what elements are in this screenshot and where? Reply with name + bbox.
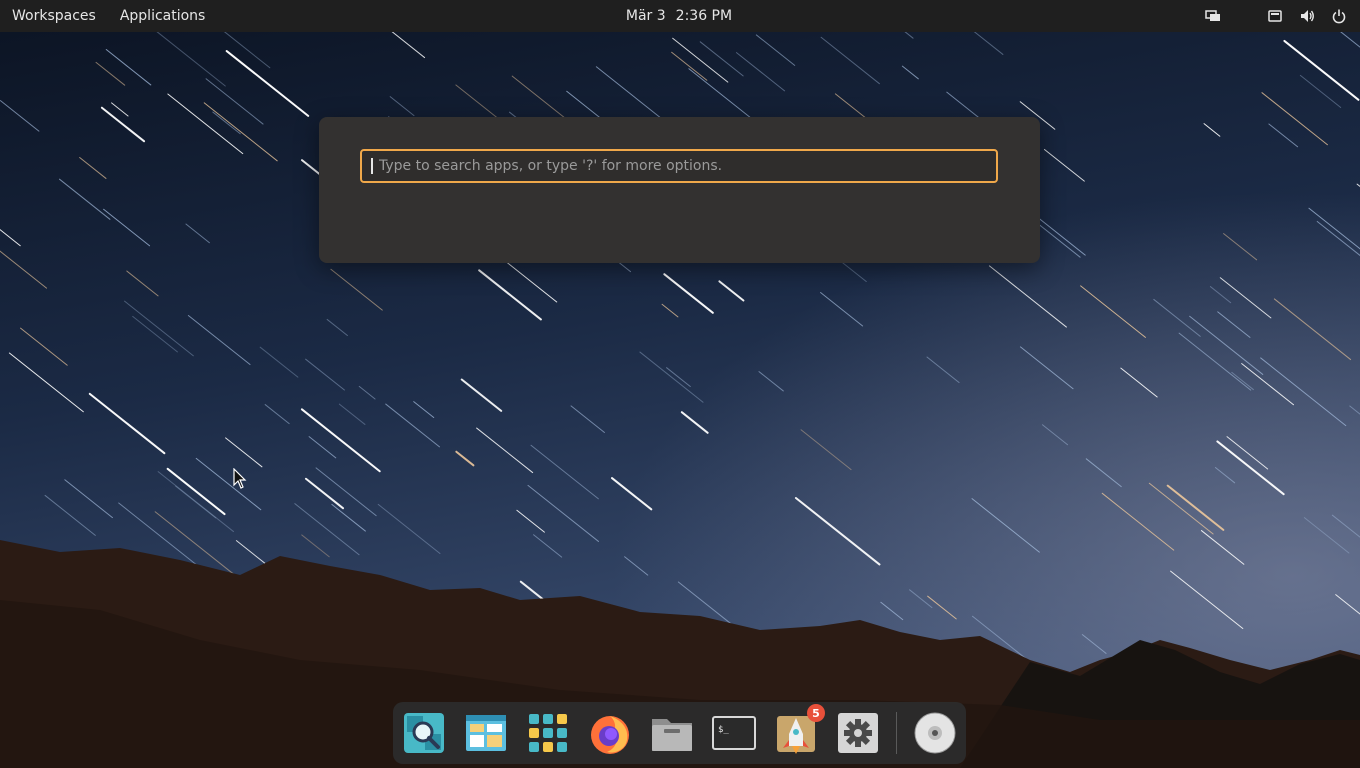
power-icon[interactable] (1330, 7, 1348, 25)
top-panel: Workspaces Applications Mär 3 2:36 PM (0, 0, 1360, 32)
pop-shop-icon[interactable]: 5 (773, 704, 825, 756)
terminal-icon-text: $_ (718, 725, 729, 735)
applications-button[interactable]: Applications (120, 8, 206, 24)
optical-disc-icon[interactable] (912, 710, 958, 756)
dock: $_ 5 (393, 702, 966, 764)
clock-time: 2:36 PM (675, 8, 733, 24)
keyboard-icon[interactable] (1266, 7, 1284, 25)
terminal-icon[interactable]: $_ (711, 710, 757, 756)
settings-icon[interactable] (835, 710, 881, 756)
workspaces-button[interactable]: Workspaces (12, 8, 96, 24)
clock-button[interactable]: Mär 3 2:36 PM (626, 8, 732, 24)
screen-share-icon[interactable] (1204, 7, 1222, 25)
mouse-pointer-icon (233, 468, 247, 489)
file-browser-icon[interactable] (463, 710, 509, 756)
clock-date: Mär 3 (625, 8, 666, 24)
update-count-badge: 5 (807, 704, 825, 722)
search-app-icon[interactable] (401, 710, 447, 756)
launcher-search-box[interactable] (360, 149, 998, 183)
app-launcher (319, 117, 1040, 263)
desktop-wallpaper (0, 0, 1360, 768)
files-icon[interactable] (649, 710, 695, 756)
app-grid-icon[interactable] (525, 710, 571, 756)
firefox-icon[interactable] (587, 710, 633, 756)
volume-icon[interactable] (1298, 7, 1316, 25)
system-tray (1204, 0, 1348, 32)
dock-divider (896, 712, 897, 754)
launcher-search-input[interactable] (373, 150, 996, 182)
panel-left: Workspaces Applications (12, 0, 205, 32)
